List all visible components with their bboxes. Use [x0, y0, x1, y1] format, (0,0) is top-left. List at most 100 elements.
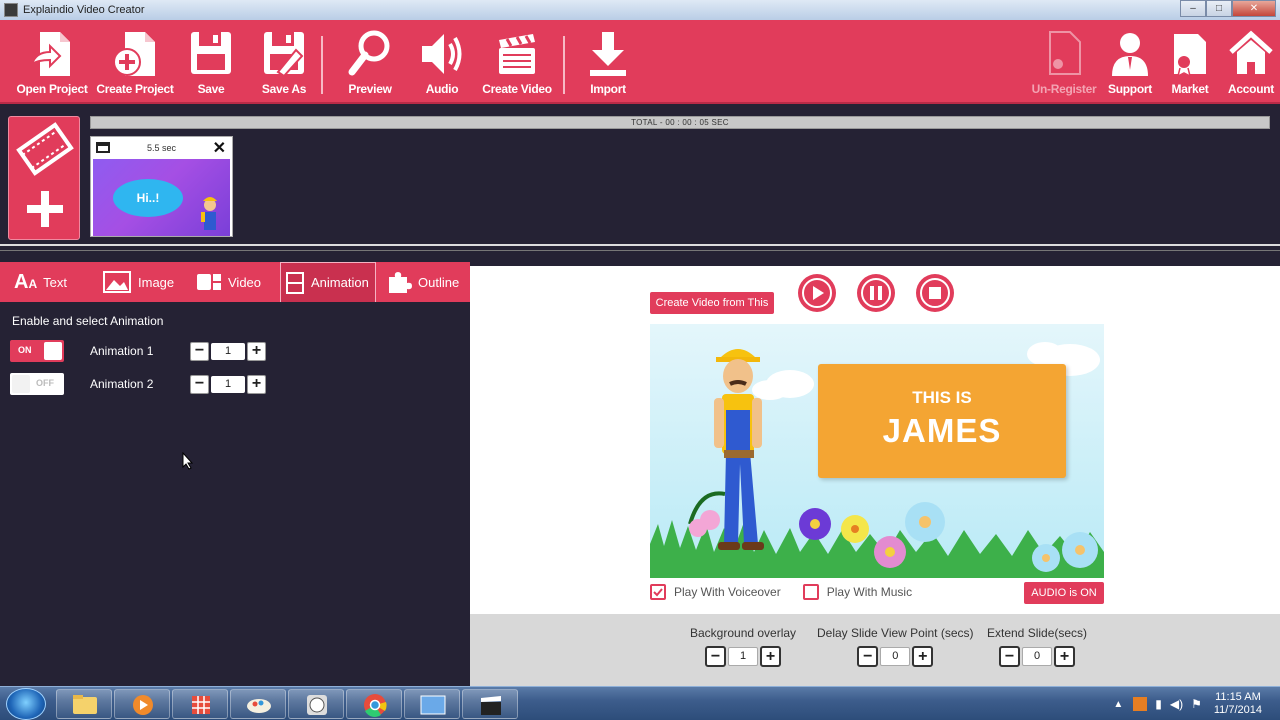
decrement-button[interactable]: −: [705, 646, 727, 667]
audio-button[interactable]: Audio: [402, 28, 482, 96]
extend-option: Extend Slide(secs) − 0 +: [987, 626, 1087, 667]
certificate-icon: [1049, 31, 1081, 75]
duplicate-slide-icon[interactable]: [96, 142, 110, 153]
tab-video[interactable]: Video: [188, 262, 280, 302]
taskbar-window[interactable]: [404, 689, 460, 719]
open-project-button[interactable]: Open Project: [12, 28, 92, 96]
account-button[interactable]: Account: [1211, 28, 1280, 96]
voiceover-checkbox[interactable]: [650, 584, 666, 600]
windows-taskbar: ▲ ▮ ◀) ⚑ 11:15 AM 11/7/2014: [0, 686, 1280, 720]
increment-button[interactable]: +: [912, 646, 934, 667]
add-slide-button[interactable]: [8, 116, 80, 240]
decrement-button[interactable]: −: [999, 646, 1021, 667]
create-project-label: Create Project: [96, 82, 174, 96]
animation-2-value[interactable]: 1: [211, 375, 245, 393]
taskbar-explorer[interactable]: [56, 689, 112, 719]
animation-1-value[interactable]: 1: [211, 342, 245, 360]
pause-button[interactable]: [857, 274, 895, 312]
create-video-button[interactable]: Create Video: [477, 28, 557, 96]
music-checkbox[interactable]: [802, 584, 819, 600]
close-button[interactable]: ✕: [1232, 0, 1276, 17]
animation-frames-icon: [286, 271, 304, 294]
tab-text[interactable]: AA Text: [0, 262, 96, 302]
save-as-button[interactable]: Save As: [244, 28, 324, 96]
toggle-knob: [44, 342, 62, 360]
puzzle-icon: [389, 272, 412, 293]
network-icon[interactable]: ▮: [1155, 697, 1162, 711]
mouse-cursor-icon: [182, 452, 194, 470]
animation-1-toggle[interactable]: ON: [10, 340, 64, 362]
create-project-icon: [113, 32, 155, 76]
create-video-from-slide-button[interactable]: Create Video from This Slide: [650, 292, 774, 331]
unregister-label: Un-Register: [1031, 82, 1097, 96]
market-label: Market: [1171, 82, 1209, 96]
flag-icon[interactable]: ⚑: [1191, 697, 1202, 711]
volume-icon[interactable]: ◀): [1170, 697, 1183, 711]
create-video-label: Create Video: [482, 82, 552, 96]
delay-value[interactable]: 0: [880, 647, 911, 666]
taskbar-chrome[interactable]: [346, 689, 402, 719]
audio-toggle-button[interactable]: AUDIO is ON: [1024, 582, 1104, 604]
floppy-icon: [191, 32, 231, 74]
animation-1-stepper: − 1 +: [190, 341, 266, 361]
download-icon: [590, 32, 626, 76]
tab-outline[interactable]: Outline: [376, 262, 470, 302]
animation-2-toggle[interactable]: OFF: [10, 373, 64, 395]
save-button[interactable]: Save: [171, 28, 251, 96]
stop-button[interactable]: [916, 274, 954, 312]
slide-preview-canvas[interactable]: THIS IS JAMES: [650, 324, 1104, 578]
checkmark-icon: [653, 588, 663, 597]
increment-button[interactable]: +: [247, 374, 266, 394]
decrement-button[interactable]: −: [857, 646, 879, 667]
start-button[interactable]: [6, 688, 46, 720]
tab-animation[interactable]: Animation: [280, 262, 376, 302]
increment-button[interactable]: +: [247, 341, 266, 361]
taskbar-hp[interactable]: [288, 689, 344, 719]
delay-stepper: − 0 +: [857, 646, 934, 667]
play-button[interactable]: [798, 274, 836, 312]
slide-thumbnail[interactable]: 5.5 sec ✕ Hi..!: [90, 136, 233, 237]
taskbar-media-player[interactable]: [114, 689, 170, 719]
increment-button[interactable]: +: [1054, 646, 1076, 667]
decrement-button[interactable]: −: [190, 374, 209, 394]
audio-label: Audio: [425, 82, 459, 96]
save-as-icon: [264, 32, 304, 78]
extend-value[interactable]: 0: [1022, 647, 1053, 666]
animation-2-toggle-text: OFF: [36, 378, 54, 388]
maximize-button[interactable]: □: [1206, 0, 1232, 17]
tray-app-icon[interactable]: [1133, 697, 1148, 711]
properties-panel: AA Text Image Video Animation Outline En…: [0, 262, 470, 686]
taskbar-paint[interactable]: [230, 689, 286, 719]
extend-label: Extend Slide(secs): [987, 626, 1088, 640]
tab-image-label: Image: [138, 274, 175, 290]
tab-image[interactable]: Image: [96, 262, 188, 302]
background-overlay-value[interactable]: 1: [728, 647, 759, 666]
import-label: Import: [590, 82, 626, 96]
preview-button[interactable]: Preview: [330, 28, 410, 96]
taskbar-clock[interactable]: 11:15 AM 11/7/2014: [1214, 691, 1262, 717]
support-label: Support: [1108, 82, 1152, 96]
app-icon: [4, 3, 18, 17]
tray-arrow-icon[interactable]: ▲: [1113, 699, 1123, 710]
import-button[interactable]: Import: [568, 28, 648, 96]
animation-1-label: Animation 1: [90, 344, 154, 358]
tab-animation-label: Animation: [311, 275, 369, 290]
window-app-icon: [420, 695, 446, 715]
increment-button[interactable]: +: [760, 646, 782, 667]
decrement-button[interactable]: −: [190, 341, 209, 361]
background-overlay-stepper: − 1 +: [705, 646, 782, 667]
media-player-icon: [133, 695, 153, 715]
taskbar-explaindio[interactable]: [462, 689, 518, 719]
image-icon: [103, 271, 131, 293]
property-tabs: AA Text Image Video Animation Outline: [0, 262, 470, 302]
taskbar-app-grid[interactable]: [172, 689, 228, 719]
slide-thumbnail-image: Hi..!: [93, 159, 230, 236]
create-project-button[interactable]: Create Project: [95, 28, 175, 96]
preview-panel: Create Video from This Slide: [470, 266, 1280, 686]
animation-2-label: Animation 2: [90, 377, 154, 391]
delay-label: Delay Slide View Point (secs): [817, 626, 974, 640]
clock-date: 11/7/2014: [1213, 704, 1262, 716]
delete-slide-icon[interactable]: ✕: [213, 138, 226, 158]
minimize-button[interactable]: –: [1180, 0, 1206, 17]
background-overlay-option: Background overlay − 1 +: [690, 626, 796, 667]
